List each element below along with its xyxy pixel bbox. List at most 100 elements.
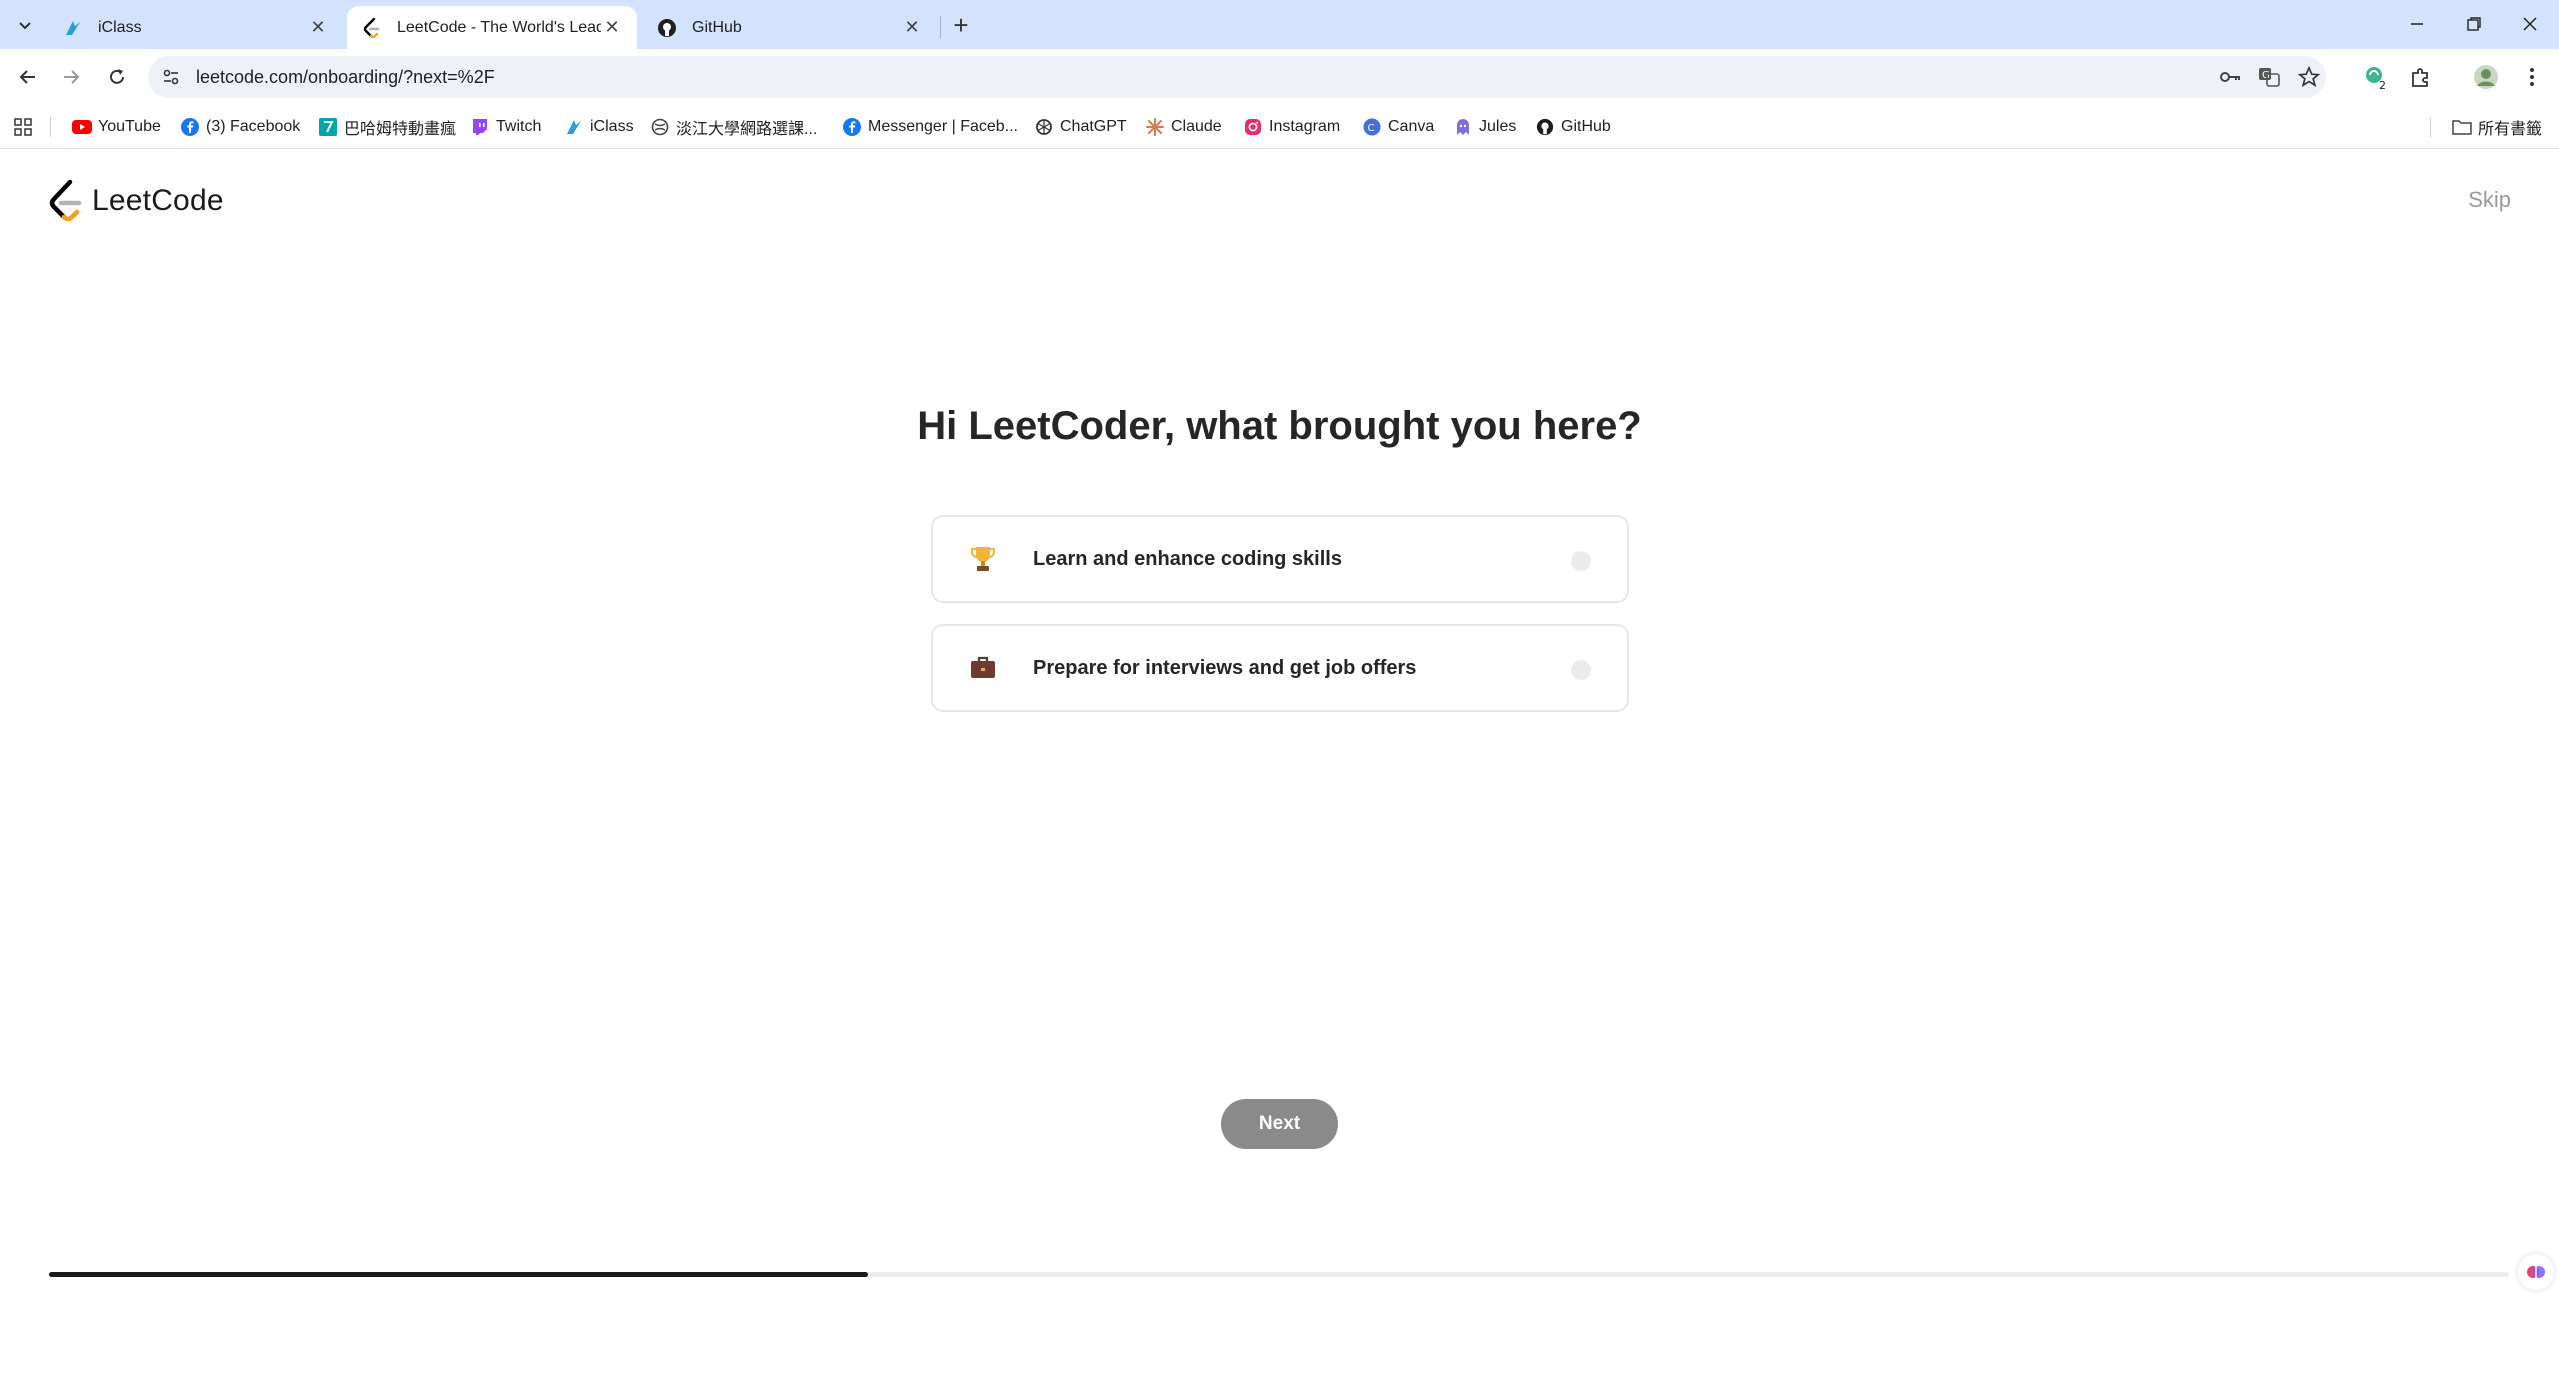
skip-link[interactable]: Skip	[2468, 187, 2511, 213]
bookmark-canva[interactable]: C Canva	[1362, 115, 1434, 139]
bookmark-label: 所有書籤	[2478, 121, 2543, 138]
bookmark-label: Messenger | Faceb...	[868, 118, 1018, 135]
next-button[interactable]: Next	[1221, 1099, 1338, 1149]
forward-button[interactable]	[55, 61, 87, 93]
bookmark-label: 淡江大學網路選課...	[676, 121, 818, 138]
bookmark-label: 巴哈姆特動畫瘋	[344, 121, 457, 138]
bookmark-chatgpt[interactable]: ChatGPT	[1034, 115, 1127, 139]
new-tab-button[interactable]: +	[946, 10, 976, 40]
trophy-icon	[963, 539, 1003, 579]
leetcode-icon	[361, 17, 383, 39]
bookmark-label: Canva	[1388, 118, 1435, 135]
bahamut-icon	[318, 117, 338, 137]
password-key-icon[interactable]	[2216, 63, 2244, 91]
bookmark-label: ChatGPT	[1060, 118, 1127, 135]
bookmark-label: Claude	[1171, 118, 1222, 135]
back-button[interactable]	[12, 61, 44, 93]
iclass-icon	[62, 17, 84, 39]
apps-grid-icon[interactable]	[14, 115, 32, 139]
bookmarks-divider	[2430, 117, 2431, 137]
bookmark-messenger[interactable]: Messenger | Faceb...	[842, 115, 1018, 139]
minimize-icon	[2411, 23, 2423, 25]
reload-icon	[110, 69, 124, 84]
translate-icon[interactable]: G	[2255, 63, 2283, 91]
bookmark-facebook[interactable]: (3) Facebook	[180, 115, 300, 139]
site-info-icon[interactable]	[156, 62, 186, 92]
facebook-icon	[842, 117, 862, 137]
svg-text:G: G	[2262, 70, 2270, 81]
iclass-icon	[564, 117, 584, 137]
bookmark-twitch[interactable]: Twitch	[470, 115, 541, 139]
bookmark-iclass[interactable]: iClass	[564, 115, 634, 139]
browser-menu-icon[interactable]	[2516, 61, 2548, 93]
bookmark-instagram[interactable]: Instagram	[1243, 115, 1340, 139]
close-window-button[interactable]	[2500, 6, 2559, 42]
restore-icon	[2467, 17, 2481, 31]
tab-title: LeetCode - The World's Leadi	[397, 18, 601, 36]
arrow-left-icon	[19, 70, 35, 84]
bookmark-star-icon[interactable]	[2295, 63, 2323, 91]
bookmark-jules[interactable]: Jules	[1453, 115, 1516, 139]
bookmark-github[interactable]: GitHub	[1535, 115, 1611, 139]
youtube-icon	[72, 117, 92, 137]
bookmark-label: (3) Facebook	[206, 118, 301, 135]
address-bar[interactable]: leetcode.com/onboarding/?next=%2F G	[148, 56, 2326, 98]
close-icon[interactable]: ✕	[901, 17, 923, 39]
tab-separator	[940, 16, 941, 38]
restore-button[interactable]	[2444, 6, 2504, 42]
option-prepare-interviews[interactable]: Prepare for interviews and get job offer…	[931, 624, 1629, 712]
option-radio[interactable]	[1571, 660, 1591, 680]
all-bookmarks-folder[interactable]: 所有書籤	[2452, 115, 2542, 139]
tab-strip: iClass ✕ LeetCode - The World's Leadi ✕ …	[0, 0, 2559, 49]
chevron-down-icon	[19, 22, 31, 30]
leetcode-icon	[49, 179, 82, 222]
bookmark-label: Instagram	[1269, 118, 1341, 135]
profile-avatar[interactable]	[2470, 61, 2502, 93]
bookmark-bahamut[interactable]: 巴哈姆特動畫瘋	[318, 115, 456, 139]
bookmark-label: YouTube	[98, 118, 161, 135]
facebook-icon	[180, 117, 200, 137]
close-icon	[2523, 17, 2537, 31]
tab-search-button[interactable]	[10, 10, 40, 40]
bookmark-label: Twitch	[496, 118, 542, 135]
extensions-puzzle-icon[interactable]	[2405, 61, 2437, 93]
folder-icon	[2452, 117, 2472, 137]
floating-extension-button[interactable]	[2518, 1254, 2554, 1290]
bookmarks-bar: YouTube (3) Facebook 巴哈姆特動畫瘋 Twitch iCla…	[0, 105, 2559, 149]
option-label: Prepare for interviews and get job offer…	[1033, 656, 1417, 679]
reload-button[interactable]	[101, 61, 133, 93]
github-icon	[656, 17, 678, 39]
brain-icon	[2527, 1266, 2545, 1278]
bookmark-youtube[interactable]: YouTube	[72, 115, 161, 139]
progress-fill	[49, 1272, 869, 1277]
tab-title: iClass	[98, 18, 142, 36]
option-learn-skills[interactable]: Learn and enhance coding skills	[931, 515, 1629, 603]
claude-icon	[1145, 117, 1165, 137]
bookmark-label: iClass	[590, 118, 634, 135]
minimize-button[interactable]	[2387, 6, 2447, 42]
leetcode-logo[interactable]: LeetCode	[48, 178, 224, 224]
tab-leetcode[interactable]: LeetCode - The World's Leadi ✕	[347, 6, 637, 49]
close-icon[interactable]: ✕	[307, 17, 329, 39]
bookmark-label: GitHub	[1561, 118, 1611, 135]
tab-github[interactable]: GitHub ✕	[642, 6, 937, 49]
logo-text: LeetCode	[92, 184, 224, 217]
extension-icon[interactable]: 2	[2360, 61, 2392, 93]
progress-bar	[49, 1272, 2509, 1277]
bookmark-claude[interactable]: Claude	[1145, 115, 1222, 139]
browser-toolbar: leetcode.com/onboarding/?next=%2F G 2	[0, 49, 2559, 105]
onboarding-page: LeetCode Skip Hi LeetCoder, what brought…	[0, 150, 2559, 1377]
github-icon	[1535, 117, 1555, 137]
page-title: Hi LeetCoder, what brought you here?	[917, 404, 1642, 448]
close-icon[interactable]: ✕	[601, 17, 623, 39]
tab-iclass[interactable]: iClass ✕	[48, 6, 343, 49]
chatgpt-icon	[1034, 117, 1054, 137]
url-text: leetcode.com/onboarding/?next=%2F	[196, 67, 495, 87]
briefcase-icon	[963, 648, 1003, 688]
twitch-icon	[470, 117, 490, 137]
instagram-icon	[1243, 117, 1263, 137]
arrow-right-icon	[64, 70, 80, 84]
option-radio[interactable]	[1571, 551, 1591, 571]
tab-title: GitHub	[692, 18, 742, 36]
bookmark-tku[interactable]: 淡江大學網路選課...	[650, 115, 817, 139]
